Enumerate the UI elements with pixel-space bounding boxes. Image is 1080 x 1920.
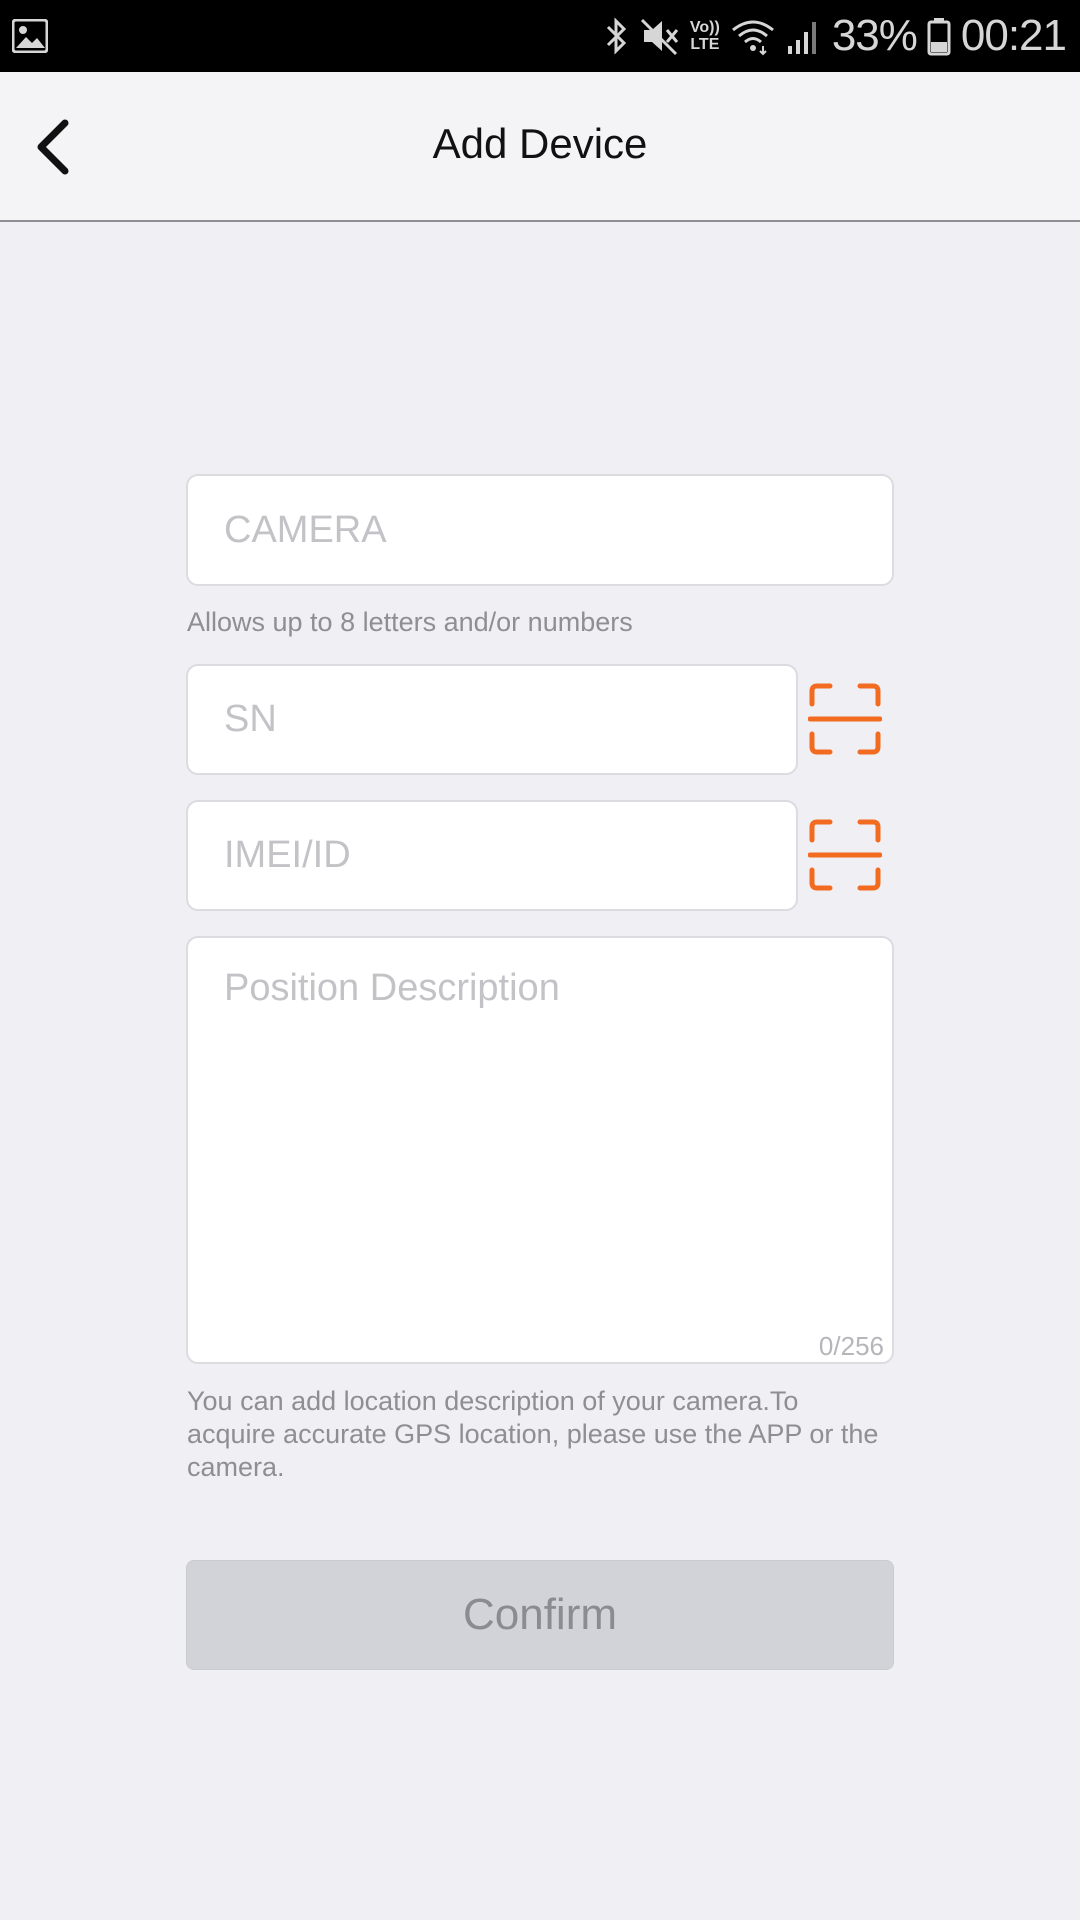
add-device-screen: Vo)) LTE 33% 00:21 Add Device CAMERA All… bbox=[0, 0, 1080, 1920]
camera-name-field bbox=[186, 474, 894, 586]
imei-field bbox=[186, 800, 798, 911]
scan-imei-button[interactable] bbox=[807, 818, 883, 892]
signal-icon bbox=[787, 22, 816, 54]
camera-name-input[interactable] bbox=[188, 476, 892, 584]
gallery-icon bbox=[12, 19, 48, 53]
scan-icon bbox=[807, 683, 883, 755]
clock: 00:21 bbox=[960, 11, 1067, 60]
battery-icon bbox=[927, 18, 951, 56]
camera-name-hint: Allows up to 8 letters and/or numbers bbox=[187, 607, 633, 637]
page-title: Add Device bbox=[432, 120, 648, 167]
mute-icon bbox=[640, 18, 679, 56]
scan-icon bbox=[807, 819, 883, 891]
confirm-button[interactable]: Confirm bbox=[186, 1560, 894, 1670]
sn-field bbox=[186, 664, 798, 775]
status-bar: Vo)) LTE 33% 00:21 bbox=[0, 0, 1080, 72]
sn-input[interactable] bbox=[188, 666, 796, 773]
position-description-input[interactable] bbox=[188, 938, 892, 1362]
volte-icon: Vo)) LTE bbox=[689, 19, 720, 53]
battery-percent: 33% bbox=[831, 11, 918, 60]
imei-input[interactable] bbox=[188, 802, 796, 909]
app-header: Add Device bbox=[0, 72, 1080, 222]
scan-sn-button[interactable] bbox=[807, 682, 883, 756]
position-description-hint: You can add location description of your… bbox=[187, 1386, 879, 1482]
character-counter: 0/256 bbox=[818, 1331, 884, 1361]
bluetooth-icon bbox=[606, 17, 627, 55]
wifi-icon bbox=[731, 20, 774, 56]
status-icons: Vo)) LTE 33% 00:21 bbox=[604, 0, 1067, 72]
position-description-field: 0/256 bbox=[186, 936, 894, 1364]
